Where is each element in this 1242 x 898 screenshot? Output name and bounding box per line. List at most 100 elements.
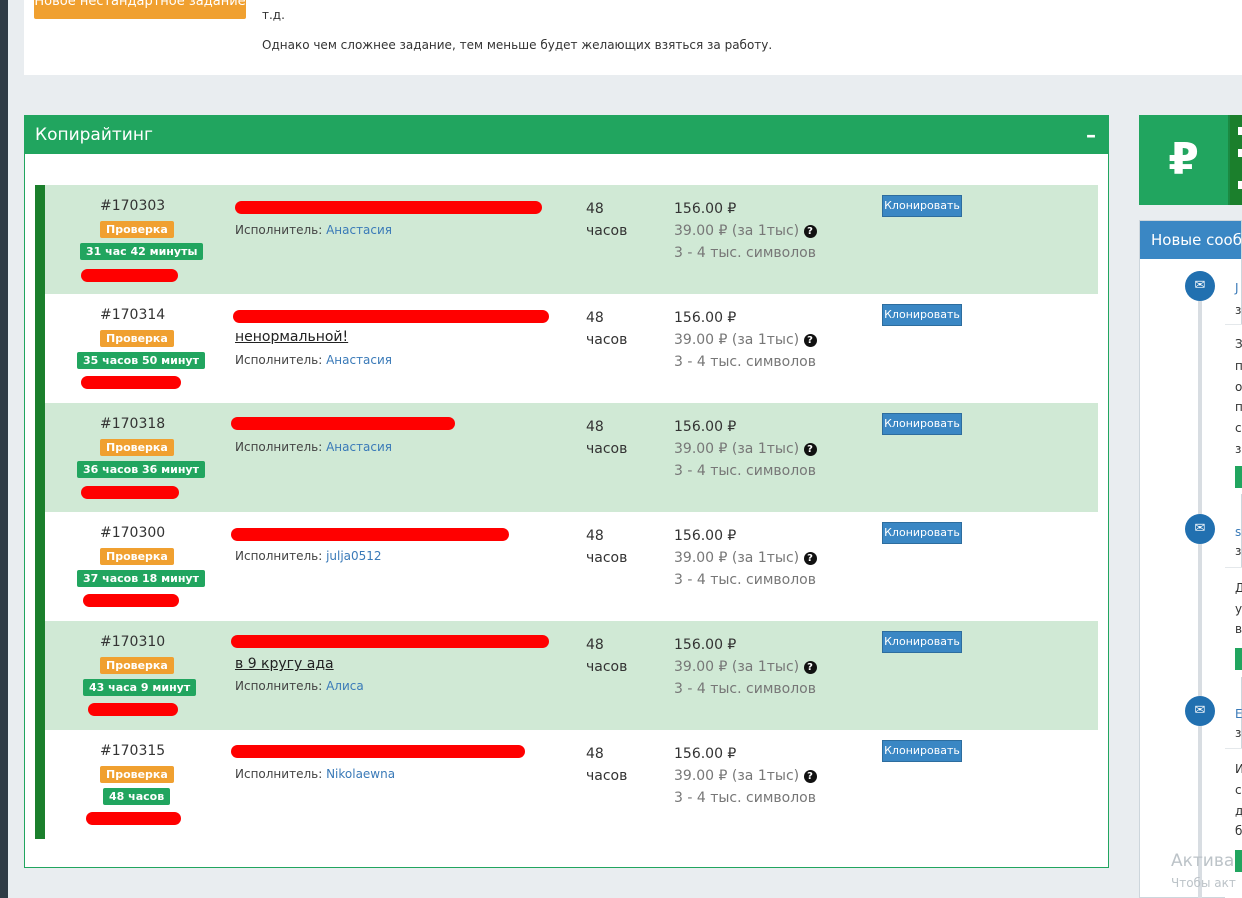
balance-text-fragment <box>1238 181 1242 189</box>
task-id: #170314 <box>100 307 166 323</box>
message-text: у <box>1235 602 1242 616</box>
message-text: п <box>1235 400 1242 414</box>
message-sender-link[interactable]: E <box>1235 707 1242 721</box>
hours: 48 часов <box>586 746 628 784</box>
redaction-mark <box>81 486 179 499</box>
price-block: 156.00 ₽39.00 ₽ (за 1тыс) ? 3 - 4 тыс. си… <box>674 310 817 370</box>
executor-link[interactable]: Анастасия <box>326 223 392 237</box>
message-text: д <box>1235 804 1242 818</box>
message-text: И <box>1235 762 1242 776</box>
messages-panel: Новые сообщения ✉ J з З п о п с з ✉ s з … <box>1139 220 1242 898</box>
executor-line: Исполнитель: julja0512 <box>235 549 382 563</box>
redaction-mark <box>81 269 178 282</box>
message-subtitle: з <box>1235 726 1242 740</box>
ruble-icon: ₽ <box>1139 115 1228 205</box>
status-badge: Проверка <box>100 439 174 456</box>
executor-link[interactable]: Алиса <box>326 679 364 693</box>
question-icon[interactable]: ? <box>803 551 817 565</box>
panel-title: Копирайтинг <box>35 125 153 145</box>
collapse-button[interactable]: – <box>1086 116 1096 154</box>
message-subtitle: з <box>1235 303 1242 317</box>
hours: 48 часов <box>586 419 628 457</box>
price-block: 156.00 ₽39.00 ₽ (за 1тыс) ? 3 - 4 тыс. си… <box>674 746 817 806</box>
task-id: #170318 <box>100 416 166 432</box>
hours: 48 часов <box>586 637 628 675</box>
timeline-line <box>1198 271 1202 898</box>
redaction-mark <box>231 635 549 648</box>
messages-title: Новые сообщения <box>1140 221 1241 259</box>
task-id: #170315 <box>100 743 166 759</box>
executor-link[interactable]: julja0512 <box>326 549 382 563</box>
timer-badge: 36 часов 36 минут <box>77 461 205 478</box>
question-icon[interactable]: ? <box>803 333 817 347</box>
balance-widget[interactable]: ₽ <box>1139 115 1242 205</box>
task-row: #170315 Проверка 48 часов Исполнитель: N… <box>35 730 1098 839</box>
executor-line: Исполнитель: Алиса <box>235 679 364 693</box>
question-icon[interactable]: ? <box>803 442 817 456</box>
task-id: #170310 <box>100 634 166 650</box>
redaction-mark <box>231 745 525 758</box>
envelope-icon: ✉ <box>1185 696 1215 726</box>
task-id: #170300 <box>100 525 166 541</box>
redaction-mark <box>83 594 179 607</box>
message-text: б <box>1235 824 1242 838</box>
task-list: #170303 Проверка 31 час 42 минуты Исполн… <box>35 185 1098 839</box>
timer-badge: 43 часа 9 минут <box>83 679 197 696</box>
task-title-link[interactable]: ненормальной! <box>235 329 348 345</box>
status-badge: Проверка <box>100 330 174 347</box>
clone-button[interactable]: Клонировать <box>882 195 962 217</box>
message-subtitle: з <box>1235 544 1242 558</box>
task-row: #170318 Проверка 36 часов 36 минут Испол… <box>35 403 1098 512</box>
executor-line: Исполнитель: Анастасия <box>235 440 393 454</box>
timer-badge: 31 час 42 минуты <box>80 243 204 260</box>
clone-button[interactable]: Клонировать <box>882 631 962 653</box>
executor-link[interactable]: Nikolaewna <box>326 767 395 781</box>
hours: 48 часов <box>586 310 628 348</box>
copywriting-panel: Копирайтинг – #170303 Проверка 31 час 42… <box>24 115 1109 868</box>
info-panel: Новое нестандартное задание т.д. Однако … <box>24 0 1242 75</box>
status-badge: Проверка <box>100 766 174 783</box>
info-text-line2: Однако чем сложнее задание, тем меньше б… <box>262 38 773 52</box>
new-custom-task-button[interactable]: Новое нестандартное задание <box>34 0 246 19</box>
message-action-button[interactable] <box>1235 850 1242 872</box>
redaction-mark <box>81 376 181 389</box>
clone-button[interactable]: Клонировать <box>882 740 962 762</box>
price-block: 156.00 ₽39.00 ₽ (за 1тыс) ? 3 - 4 тыс. си… <box>674 528 817 588</box>
message-text: о <box>1235 380 1242 394</box>
status-badge: Проверка <box>100 657 174 674</box>
message-action-button[interactable] <box>1235 466 1242 488</box>
redaction-mark <box>233 310 549 323</box>
executor-link[interactable]: Анастасия <box>326 353 392 367</box>
timer-badge: 37 часов 18 минут <box>77 570 205 587</box>
task-title-link[interactable]: в 9 кругу ада <box>235 656 334 672</box>
message-sender-link[interactable]: s <box>1235 525 1241 539</box>
clone-button[interactable]: Клонировать <box>882 522 962 544</box>
redaction-mark <box>86 812 181 825</box>
question-icon[interactable]: ? <box>803 660 817 674</box>
clone-button[interactable]: Клонировать <box>882 413 962 435</box>
message-sender-link[interactable]: J <box>1235 281 1239 295</box>
clone-button[interactable]: Клонировать <box>882 304 962 326</box>
message-text: з <box>1235 442 1242 456</box>
hours: 48 часов <box>586 201 628 239</box>
question-icon[interactable]: ? <box>803 224 817 238</box>
redaction-mark <box>231 528 509 541</box>
executor-link[interactable]: Анастасия <box>326 440 392 454</box>
redaction-mark <box>235 201 542 214</box>
message-text: с <box>1235 421 1242 435</box>
left-sidebar-edge <box>0 0 8 898</box>
message-text: с <box>1235 783 1242 797</box>
executor-line: Исполнитель: Анастасия <box>235 353 393 367</box>
hours: 48 часов <box>586 528 628 566</box>
message-action-button[interactable] <box>1235 648 1242 670</box>
executor-line: Исполнитель: Nikolaewna <box>235 767 396 781</box>
envelope-icon: ✉ <box>1185 514 1215 544</box>
message-text: Д <box>1235 581 1242 595</box>
question-icon[interactable]: ? <box>803 769 817 783</box>
status-badge: Проверка <box>100 221 174 238</box>
task-row: #170300 Проверка 37 часов 18 минут Испол… <box>35 512 1098 621</box>
activation-watermark-sub: Чтобы акт <box>1171 876 1236 890</box>
executor-line: Исполнитель: Анастасия <box>235 223 393 237</box>
price-block: 156.00 ₽39.00 ₽ (за 1тыс) ? 3 - 4 тыс. си… <box>674 637 817 697</box>
message-text: в <box>1235 622 1242 636</box>
